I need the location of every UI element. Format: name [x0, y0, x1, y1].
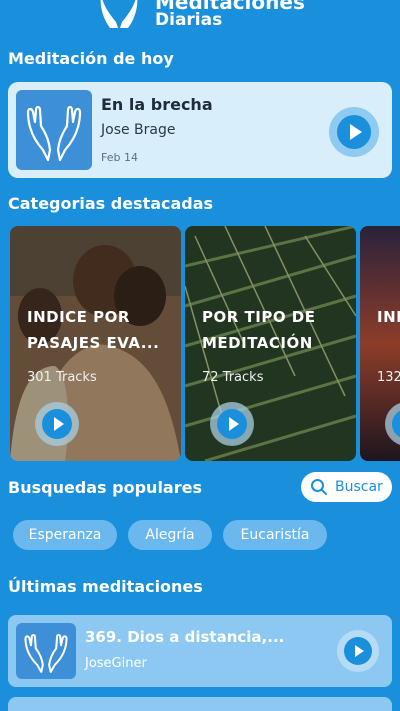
- today-date: Feb 14: [101, 151, 138, 164]
- today-play-button[interactable]: [329, 107, 379, 157]
- praying-hands-icon: [16, 90, 92, 170]
- search-button-label: Buscar: [335, 479, 383, 495]
- category-title: INDICE POR PASAJES EVA...: [27, 308, 160, 352]
- popular-section-title: Busquedas populares: [8, 478, 202, 497]
- today-author: Jose Brage: [101, 122, 176, 138]
- category-play-button[interactable]: [35, 402, 79, 446]
- today-meditation-card[interactable]: En la brecha Jose Brage Feb 14: [8, 82, 392, 178]
- praying-hands-icon: [96, 0, 142, 28]
- category-track-count: 72 Tracks: [202, 370, 264, 385]
- chip-alegria[interactable]: Alegría: [128, 520, 212, 550]
- search-icon: [311, 479, 327, 495]
- category-track-count: 132: [377, 370, 400, 385]
- today-title: En la brecha: [101, 95, 213, 114]
- list-item[interactable]: 369. Dios a distancia,... JoseGiner: [8, 615, 392, 687]
- categories-section-title: Categorias destacadas: [8, 194, 214, 213]
- category-play-button[interactable]: [210, 402, 254, 446]
- play-icon: [349, 124, 362, 140]
- category-card[interactable]: INDICE POR PASAJES EVA... 301 Tracks: [10, 226, 181, 461]
- category-title: POR TIPO DE MEDITACIÓN: [202, 308, 316, 352]
- praying-hands-icon: [16, 623, 76, 679]
- play-icon: [355, 645, 364, 657]
- app-header: Meditaciones Diarias: [0, 0, 400, 40]
- latest-title: 369. Dios a distancia,...: [85, 628, 285, 646]
- today-section-title: Meditación de hoy: [8, 49, 174, 68]
- latest-play-button[interactable]: [337, 630, 379, 672]
- chip-esperanza[interactable]: Esperanza: [13, 520, 117, 550]
- category-card[interactable]: INI TE 132: [360, 226, 400, 461]
- play-icon: [228, 417, 239, 431]
- category-card[interactable]: POR TIPO DE MEDITACIÓN 72 Tracks: [185, 226, 356, 461]
- categories-carousel[interactable]: INDICE POR PASAJES EVA... 301 Tracks POR…: [0, 226, 400, 462]
- latest-author: JoseGiner: [85, 656, 147, 671]
- list-item[interactable]: [8, 697, 392, 711]
- play-icon: [53, 417, 64, 431]
- category-track-count: 301 Tracks: [27, 370, 97, 385]
- chip-eucaristia[interactable]: Eucaristía: [223, 520, 327, 550]
- search-button[interactable]: Buscar: [301, 472, 392, 502]
- category-title: INI TE: [377, 308, 400, 326]
- latest-section-title: Últimas meditaciones: [8, 577, 203, 596]
- app-subtitle: Diarias: [155, 10, 223, 30]
